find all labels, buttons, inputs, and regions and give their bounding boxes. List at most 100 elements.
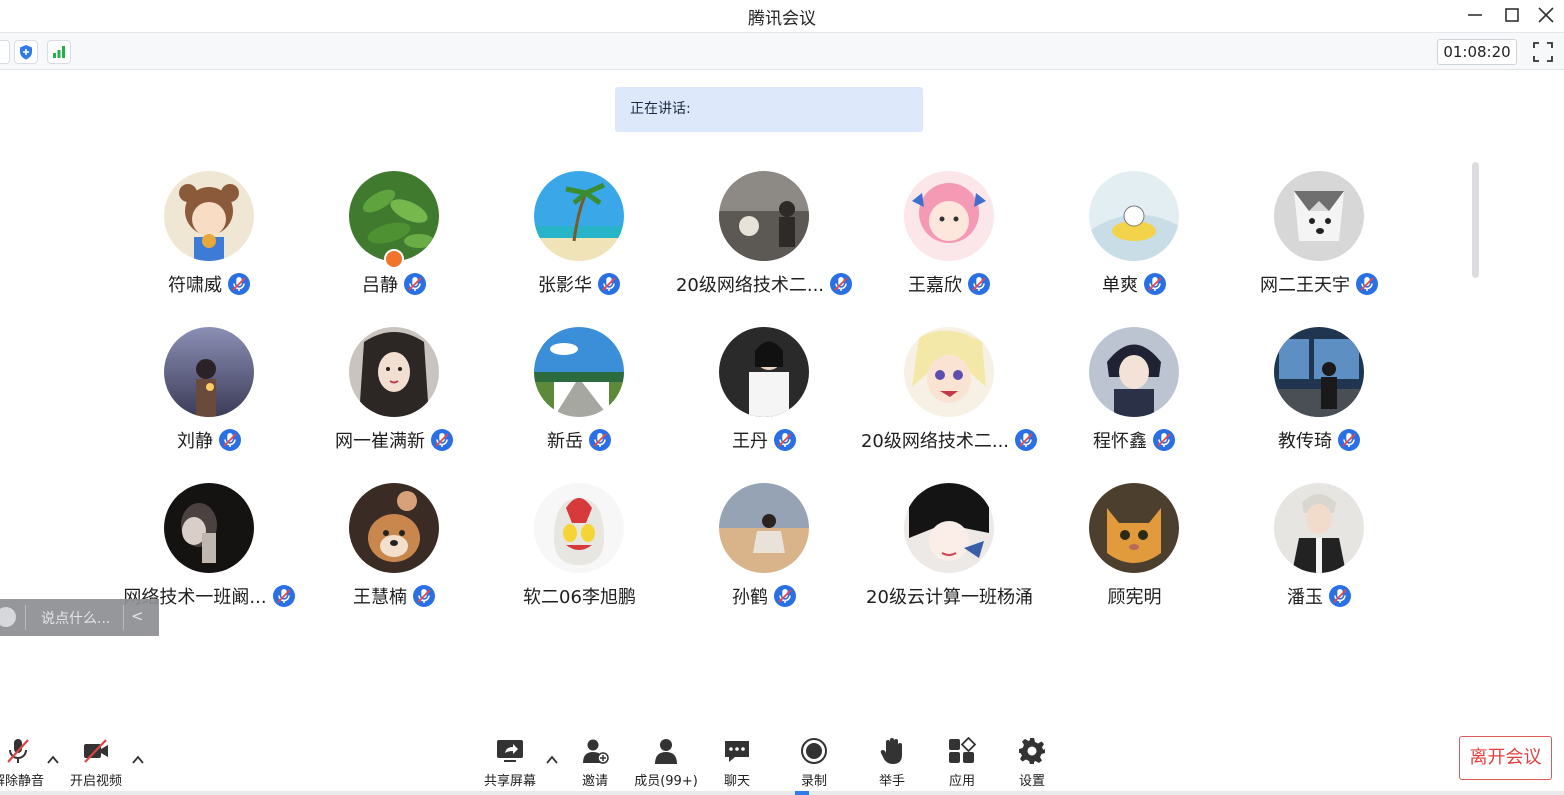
participant-tile[interactable]: 单爽 — [1042, 171, 1227, 311]
avatar — [164, 171, 254, 261]
quick-chat-box[interactable]: 说点什么... < — [0, 599, 159, 636]
mic-muted-icon — [1356, 273, 1378, 295]
chevron-up-icon[interactable] — [131, 753, 145, 767]
leave-meeting-button[interactable]: 离开会议 — [1459, 736, 1552, 780]
participant-name: 单爽 — [1102, 275, 1138, 296]
participant-name: 孙鹤 — [732, 587, 768, 608]
gear-icon — [1019, 738, 1045, 764]
avatar — [1274, 171, 1364, 261]
participant-tile[interactable]: 20级云计算一班杨涌 — [857, 483, 1042, 623]
participant-tile[interactable]: 网二王天宇 — [1227, 171, 1412, 311]
mic-muted-icon — [598, 273, 620, 295]
participant-name: 20级网络技术二... — [860, 431, 1010, 452]
participant-tile[interactable]: 20级网络技术二... — [672, 171, 857, 311]
mic-muted-icon — [774, 429, 796, 451]
start-video-button[interactable]: 开启视频 — [56, 737, 136, 795]
participant-tile[interactable]: 孙鹤 — [672, 483, 857, 623]
avatar — [1274, 483, 1364, 573]
participant-tile[interactable]: 20级网络技术二... — [857, 327, 1042, 467]
participant-tile[interactable]: 教传琦 — [1227, 327, 1412, 467]
add-user-icon — [583, 739, 609, 764]
participant-tile[interactable]: 新岳 — [487, 327, 672, 467]
mic-muted-icon — [774, 585, 796, 607]
fullscreen-icon — [1533, 42, 1553, 62]
participant-name: 20级云计算一班杨涌 — [866, 587, 1033, 608]
avatar — [349, 171, 439, 261]
maximize-button[interactable] — [1494, 2, 1530, 28]
share-screen-icon — [497, 740, 523, 762]
avatar — [349, 327, 439, 417]
emoji-icon[interactable] — [0, 607, 16, 627]
participant-name: 王慧楠 — [353, 587, 407, 608]
apps-icon — [949, 737, 976, 763]
participant-tile[interactable]: 潘玉 — [1227, 483, 1412, 623]
avatar — [904, 327, 994, 417]
mic-muted-icon — [1338, 429, 1360, 451]
avatar — [719, 483, 809, 573]
avatar — [1089, 327, 1179, 417]
mic-muted-icon — [431, 429, 453, 451]
members-icon — [655, 739, 677, 764]
mic-muted-icon — [1144, 273, 1166, 295]
participant-tile[interactable]: 程怀鑫 — [1042, 327, 1227, 467]
participant-name: 张影华 — [538, 275, 592, 296]
avatar — [534, 171, 624, 261]
bottom-divider — [0, 791, 1564, 795]
participant-grid: 符啸威 吕静 张影华 20级网络技术二... 王嘉欣 单爽 网二王天宇 刘静 网… — [0, 0, 1470, 620]
participant-tile[interactable]: 吕静 — [302, 171, 487, 311]
avatar — [904, 171, 994, 261]
close-icon — [1538, 7, 1554, 23]
participant-name: 王丹 — [732, 431, 768, 452]
participant-tile[interactable]: 王慧楠 — [302, 483, 487, 623]
quick-chat-input[interactable]: 说点什么... — [41, 608, 110, 628]
raise-hand-icon — [880, 738, 902, 764]
camera-off-icon — [84, 739, 108, 763]
mic-muted-icon — [589, 429, 611, 451]
participant-tile[interactable]: 王丹 — [672, 327, 857, 467]
host-badge-icon — [384, 249, 404, 269]
settings-button[interactable]: 设置 — [992, 737, 1072, 795]
participant-tile[interactable]: 符啸威 — [117, 171, 302, 311]
share-screen-button[interactable]: 共享屏幕 — [470, 737, 550, 795]
avatar — [719, 171, 809, 261]
participant-tile[interactable]: 顾宪明 — [1042, 483, 1227, 623]
avatar — [349, 483, 439, 573]
chat-bubble-icon — [725, 741, 749, 762]
avatar — [164, 483, 254, 573]
participant-name: 20级网络技术二... — [675, 275, 825, 296]
mic-muted-icon — [404, 273, 426, 295]
participant-name: 潘玉 — [1287, 587, 1323, 608]
participant-tile[interactable]: 刘静 — [117, 327, 302, 467]
participant-tile[interactable]: 软二06李旭鹏 — [487, 483, 672, 623]
mic-muted-icon — [228, 273, 250, 295]
participant-name: 符啸威 — [168, 275, 222, 296]
mic-muted-icon — [1153, 429, 1175, 451]
participant-name: 吕静 — [362, 275, 398, 296]
mic-muted-icon — [1329, 585, 1351, 607]
bottom-toolbar: 解除静音 开启视频 共享屏幕 邀请 成员(99+) 聊天 录制 举手 应用 设置 — [0, 725, 1564, 795]
fullscreen-button[interactable] — [1532, 41, 1554, 63]
participant-name: 网二王天宇 — [1260, 275, 1350, 296]
avatar — [719, 327, 809, 417]
participant-name: 刘静 — [177, 431, 213, 452]
participant-name: 软二06李旭鹏 — [523, 587, 636, 608]
mic-muted-icon — [968, 273, 990, 295]
avatar — [534, 483, 624, 573]
maximize-icon — [1505, 8, 1519, 22]
participant-name: 新岳 — [547, 431, 583, 452]
participant-tile[interactable]: 王嘉欣 — [857, 171, 1042, 311]
mic-muted-icon — [413, 585, 435, 607]
close-button[interactable] — [1528, 2, 1564, 28]
participant-tile[interactable]: 张影华 — [487, 171, 672, 311]
mic-off-icon — [7, 739, 29, 763]
participant-tile[interactable]: 网一崔满新 — [302, 327, 487, 467]
avatar — [164, 327, 254, 417]
avatar — [1089, 483, 1179, 573]
avatar — [1089, 171, 1179, 261]
collapse-chevron-icon[interactable]: < — [131, 607, 144, 625]
record-icon — [801, 738, 827, 764]
participant-name: 网一崔满新 — [335, 431, 425, 452]
grid-scrollbar[interactable] — [1472, 162, 1479, 278]
participant-name: 程怀鑫 — [1093, 431, 1147, 452]
avatar — [904, 483, 994, 573]
